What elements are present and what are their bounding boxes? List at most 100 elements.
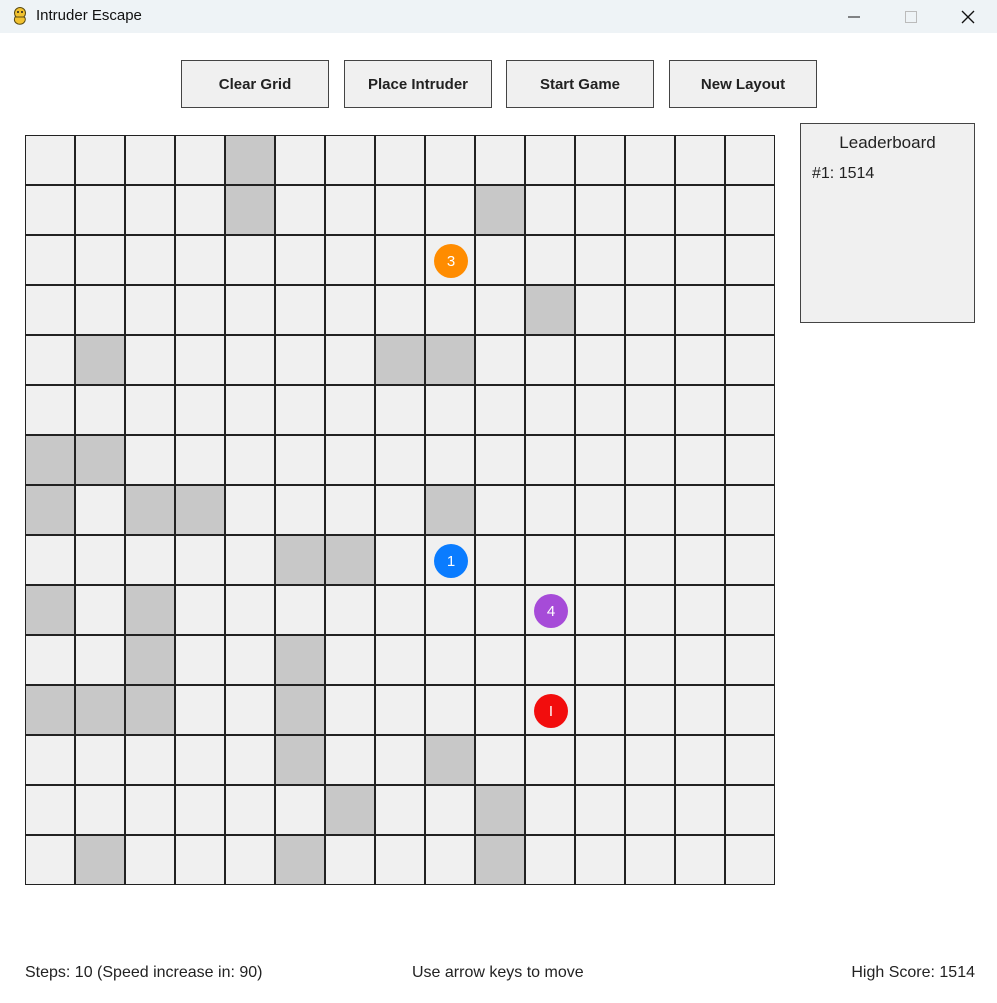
- grid-cell[interactable]: [675, 235, 725, 285]
- grid-cell[interactable]: [25, 635, 75, 685]
- grid-cell[interactable]: [675, 285, 725, 335]
- grid-cell[interactable]: [375, 785, 425, 835]
- wall-cell[interactable]: [525, 285, 575, 335]
- grid-cell[interactable]: [425, 285, 475, 335]
- grid-cell[interactable]: [725, 385, 775, 435]
- grid-cell[interactable]: [175, 235, 225, 285]
- grid-cell[interactable]: [175, 785, 225, 835]
- new-layout-button[interactable]: New Layout: [669, 60, 817, 108]
- grid-cell[interactable]: [325, 385, 375, 435]
- grid-cell[interactable]: [475, 135, 525, 185]
- grid-cell[interactable]: [275, 135, 325, 185]
- grid-cell[interactable]: [125, 785, 175, 835]
- wall-cell[interactable]: [75, 435, 125, 485]
- grid-cell[interactable]: [275, 585, 325, 635]
- wall-cell[interactable]: [25, 485, 75, 535]
- grid-cell[interactable]: [525, 185, 575, 235]
- grid-cell[interactable]: [25, 385, 75, 435]
- game-grid[interactable]: 3 1 4 I: [25, 135, 775, 885]
- wall-cell[interactable]: [125, 485, 175, 535]
- grid-cell[interactable]: [325, 685, 375, 735]
- grid-cell[interactable]: [625, 185, 675, 235]
- grid-cell[interactable]: [375, 185, 425, 235]
- grid-cell[interactable]: [475, 385, 525, 435]
- grid-cell[interactable]: [575, 635, 625, 685]
- grid-cell[interactable]: [425, 185, 475, 235]
- wall-cell[interactable]: [425, 335, 475, 385]
- wall-cell[interactable]: [475, 185, 525, 235]
- grid-cell[interactable]: [125, 735, 175, 785]
- wall-cell[interactable]: [25, 435, 75, 485]
- grid-cell[interactable]: [225, 235, 275, 285]
- grid-cell[interactable]: [525, 435, 575, 485]
- wall-cell[interactable]: [125, 585, 175, 635]
- grid-cell[interactable]: [225, 385, 275, 435]
- grid-cell[interactable]: [175, 385, 225, 435]
- wall-cell[interactable]: [275, 735, 325, 785]
- grid-cell[interactable]: [175, 685, 225, 735]
- grid-cell[interactable]: [225, 285, 275, 335]
- grid-cell[interactable]: [275, 435, 325, 485]
- grid-cell[interactable]: [625, 385, 675, 435]
- place-intruder-button[interactable]: Place Intruder: [344, 60, 492, 108]
- grid-cell[interactable]: [225, 785, 275, 835]
- grid-cell[interactable]: [125, 435, 175, 485]
- grid-cell[interactable]: [375, 735, 425, 785]
- grid-cell[interactable]: [325, 285, 375, 335]
- grid-cell[interactable]: [325, 235, 375, 285]
- grid-cell[interactable]: [125, 535, 175, 585]
- grid-cell[interactable]: [525, 385, 575, 435]
- grid-cell[interactable]: [675, 835, 725, 885]
- grid-cell[interactable]: [475, 685, 525, 735]
- grid-cell[interactable]: [675, 785, 725, 835]
- grid-cell[interactable]: [225, 835, 275, 885]
- grid-cell[interactable]: [625, 535, 675, 585]
- grid-cell[interactable]: [725, 635, 775, 685]
- grid-cell[interactable]: [325, 635, 375, 685]
- wall-cell[interactable]: [25, 685, 75, 735]
- close-icon[interactable]: [939, 0, 997, 33]
- grid-cell[interactable]: [625, 485, 675, 535]
- grid-cell[interactable]: [675, 635, 725, 685]
- grid-cell[interactable]: I: [525, 685, 575, 735]
- grid-cell[interactable]: [175, 435, 225, 485]
- grid-cell[interactable]: [575, 835, 625, 885]
- grid-cell[interactable]: [325, 335, 375, 385]
- grid-cell[interactable]: [625, 235, 675, 285]
- grid-cell[interactable]: [425, 435, 475, 485]
- grid-cell[interactable]: [725, 235, 775, 285]
- grid-cell[interactable]: [325, 585, 375, 635]
- grid-cell[interactable]: [525, 635, 575, 685]
- grid-cell[interactable]: [725, 585, 775, 635]
- grid-cell[interactable]: [625, 785, 675, 835]
- grid-cell[interactable]: [75, 535, 125, 585]
- grid-cell[interactable]: [525, 535, 575, 585]
- grid-cell[interactable]: [75, 585, 125, 635]
- grid-cell[interactable]: [575, 235, 625, 285]
- grid-cell[interactable]: [375, 685, 425, 735]
- grid-cell[interactable]: [425, 635, 475, 685]
- grid-cell[interactable]: [525, 135, 575, 185]
- grid-cell[interactable]: [575, 685, 625, 735]
- grid-cell[interactable]: [675, 685, 725, 735]
- grid-cell[interactable]: [25, 185, 75, 235]
- grid-cell[interactable]: [175, 335, 225, 385]
- grid-cell[interactable]: [675, 135, 725, 185]
- grid-cell[interactable]: [725, 835, 775, 885]
- grid-cell[interactable]: [625, 685, 675, 735]
- grid-cell[interactable]: [75, 385, 125, 435]
- wall-cell[interactable]: [275, 535, 325, 585]
- grid-cell[interactable]: [475, 235, 525, 285]
- wall-cell[interactable]: [125, 685, 175, 735]
- grid-cell[interactable]: [375, 835, 425, 885]
- grid-cell[interactable]: [225, 535, 275, 585]
- grid-cell[interactable]: [325, 485, 375, 535]
- grid-cell[interactable]: [575, 285, 625, 335]
- wall-cell[interactable]: [475, 835, 525, 885]
- grid-cell[interactable]: [125, 185, 175, 235]
- grid-cell[interactable]: [575, 385, 625, 435]
- grid-cell[interactable]: [525, 785, 575, 835]
- grid-cell[interactable]: [575, 335, 625, 385]
- grid-cell[interactable]: [225, 485, 275, 535]
- grid-cell[interactable]: [375, 585, 425, 635]
